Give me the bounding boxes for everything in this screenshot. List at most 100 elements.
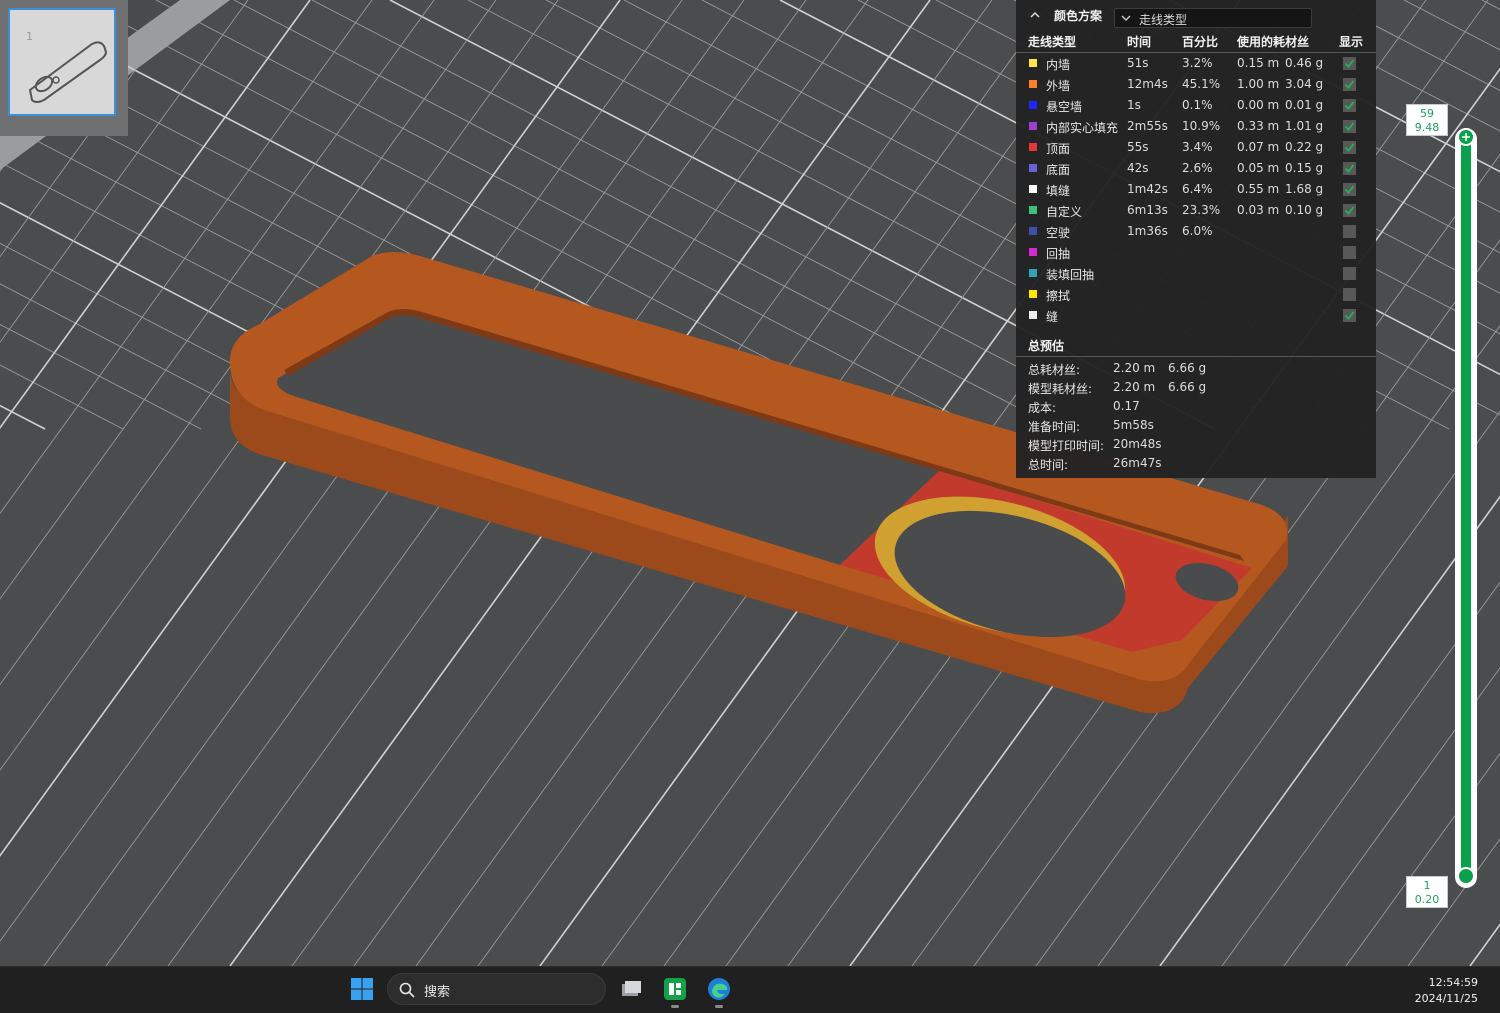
bottom-layer-label: 1 0.20 (1406, 876, 1448, 908)
feature-label: 缝 (1046, 310, 1059, 324)
plate-thumbnail[interactable]: 1 (8, 8, 116, 116)
layer-slider-range (1461, 136, 1471, 878)
summary-row: 准备时间: 5m58s (1016, 416, 1376, 435)
clock-date: 2024/11/25 (1414, 992, 1478, 1005)
summary-label: 准备时间: (1028, 420, 1081, 434)
checkmark-icon (1344, 185, 1355, 194)
visibility-checkbox[interactable] (1343, 225, 1356, 238)
checkmark-icon (1344, 122, 1355, 131)
top-layer-label: 59 9.48 (1406, 104, 1448, 136)
visibility-checkbox[interactable] (1343, 120, 1356, 133)
bottom-layer-height: 0.20 (1414, 893, 1440, 906)
visibility-checkbox[interactable] (1343, 162, 1356, 175)
summary-label: 总时间: (1028, 458, 1069, 472)
color-scheme-value: 走线类型 (1139, 13, 1188, 27)
col-header-percent: 百分比 (1182, 35, 1219, 49)
feature-meters: 0.55 m (1237, 182, 1280, 196)
file-explorer-icon[interactable] (618, 976, 644, 1002)
col-header-filament: 使用的耗材丝 (1237, 35, 1310, 49)
visibility-checkbox[interactable] (1343, 309, 1356, 322)
color-swatch (1029, 122, 1037, 130)
feature-label: 顶面 (1046, 142, 1071, 156)
feature-time: 55s (1127, 140, 1149, 154)
color-swatch (1029, 185, 1037, 193)
chevron-up-icon[interactable] (1028, 8, 1042, 22)
col-header-show: 显示 (1339, 35, 1364, 49)
summary-value: 2.20 m (1113, 361, 1156, 375)
color-swatch (1029, 206, 1037, 214)
legend-header: 颜色方案 走线类型 (1016, 0, 1376, 32)
color-swatch (1029, 269, 1037, 277)
visibility-checkbox[interactable] (1343, 288, 1356, 301)
summary-divider (1016, 356, 1376, 357)
summary-weight: 6.66 g (1168, 361, 1207, 375)
color-swatch (1029, 164, 1037, 172)
feature-percent: 6.4% (1182, 182, 1213, 196)
feature-row[interactable]: 缝 (1016, 305, 1376, 326)
running-indicator (715, 1005, 723, 1008)
3d-viewport[interactable]: 1 颜色方案 走线类型 走线类型 时间 百分比 使用的耗材丝 显示 内墙 51s… (0, 0, 1500, 966)
feature-grams: 3.04 g (1285, 77, 1324, 91)
layer-slider-top-handle[interactable] (1457, 128, 1475, 146)
feature-label: 内墙 (1046, 58, 1071, 72)
layer-slider-track[interactable] (1455, 128, 1477, 888)
feature-time: 1m42s (1127, 182, 1168, 196)
feature-row[interactable]: 擦拭 (1016, 284, 1376, 305)
top-layer-height: 9.48 (1414, 121, 1440, 134)
bottom-layer-number: 1 (1423, 879, 1431, 892)
feature-percent: 45.1% (1182, 77, 1221, 91)
visibility-checkbox[interactable] (1343, 57, 1356, 70)
feature-grams: 0.46 g (1285, 56, 1324, 70)
feature-row[interactable]: 内部实心填充 2m55s 10.9% 0.33 m 1.01 g (1016, 116, 1376, 137)
feature-label: 填缝 (1046, 184, 1071, 198)
clock-time: 12:54:59 (1428, 976, 1478, 989)
summary-label: 总耗材丝: (1028, 363, 1081, 377)
taskbar-search-box[interactable]: 搜索 (387, 973, 606, 1005)
color-scheme-dropdown[interactable]: 走线类型 (1114, 8, 1312, 28)
color-swatch (1029, 143, 1037, 151)
checkmark-icon (1344, 164, 1355, 173)
visibility-checkbox[interactable] (1343, 99, 1356, 112)
visibility-checkbox[interactable] (1343, 183, 1356, 196)
summary-label: 成本: (1028, 401, 1057, 415)
feature-meters: 0.05 m (1237, 161, 1280, 175)
feature-row[interactable]: 内墙 51s 3.2% 0.15 m 0.46 g (1016, 53, 1376, 74)
chevron-down-icon (1121, 15, 1131, 21)
feature-row[interactable]: 回抽 (1016, 242, 1376, 263)
feature-row[interactable]: 装填回抽 (1016, 263, 1376, 284)
feature-time: 42s (1127, 161, 1149, 175)
feature-row[interactable]: 空驶 1m36s 6.0% (1016, 221, 1376, 242)
layer-slider-bottom-handle[interactable] (1457, 867, 1475, 885)
feature-grams: 0.15 g (1285, 161, 1324, 175)
taskbar: 搜索 12:54:59 2024/11/25 (0, 966, 1500, 1013)
feature-label: 自定义 (1046, 205, 1083, 219)
legend-panel: 颜色方案 走线类型 走线类型 时间 百分比 使用的耗材丝 显示 内墙 51s 3.2… (1016, 0, 1376, 478)
visibility-checkbox[interactable] (1343, 78, 1356, 91)
visibility-checkbox[interactable] (1343, 267, 1356, 280)
color-swatch (1029, 227, 1037, 235)
feature-percent: 10.9% (1182, 119, 1221, 133)
feature-row[interactable]: 填缝 1m42s 6.4% 0.55 m 1.68 g (1016, 179, 1376, 200)
feature-label: 装填回抽 (1046, 268, 1095, 282)
feature-row[interactable]: 顶面 55s 3.4% 0.07 m 0.22 g (1016, 137, 1376, 158)
feature-grams: 0.01 g (1285, 98, 1324, 112)
feature-row[interactable]: 底面 42s 2.6% 0.05 m 0.15 g (1016, 158, 1376, 179)
feature-row[interactable]: 悬空墙 1s 0.1% 0.00 m 0.01 g (1016, 95, 1376, 116)
feature-row[interactable]: 外墙 12m4s 45.1% 1.00 m 3.04 g (1016, 74, 1376, 95)
feature-label: 悬空墙 (1046, 100, 1083, 114)
visibility-checkbox[interactable] (1343, 204, 1356, 217)
feature-meters: 0.33 m (1237, 119, 1280, 133)
feature-row[interactable]: 自定义 6m13s 23.3% 0.03 m 0.10 g (1016, 200, 1376, 221)
feature-meters: 0.07 m (1237, 140, 1280, 154)
feature-label: 外墙 (1046, 79, 1071, 93)
plus-icon (1462, 133, 1470, 141)
checkmark-icon (1344, 311, 1355, 320)
visibility-checkbox[interactable] (1343, 141, 1356, 154)
edge-browser-icon[interactable] (706, 976, 732, 1008)
spreadsheet-app-icon[interactable] (662, 976, 688, 1008)
system-clock[interactable]: 12:54:59 2024/11/25 (1415, 975, 1478, 1007)
feature-label: 内部实心填充 (1046, 121, 1119, 135)
visibility-checkbox[interactable] (1343, 246, 1356, 259)
summary-value: 26m47s (1113, 456, 1162, 470)
windows-start-icon[interactable] (350, 977, 374, 1001)
